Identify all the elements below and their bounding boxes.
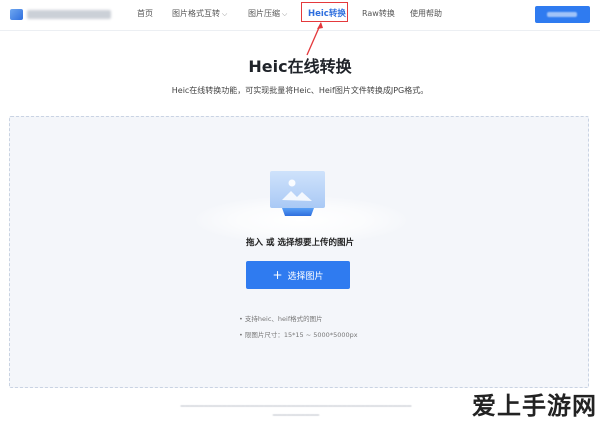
annotation-highlight-box: [301, 2, 348, 22]
tip-supported-formats: • 支持heic、heif格式的图片: [239, 315, 323, 323]
chevron-down-icon: ⌵: [282, 10, 288, 18]
watermark-text: 爱上手游网: [472, 392, 597, 420]
logo-text-blurred[interactable]: [27, 10, 111, 19]
nav-format-convert[interactable]: 图片格式互转 ⌵: [172, 8, 227, 20]
logo-icon[interactable]: [10, 9, 23, 20]
header-action-label-blurred: [547, 12, 577, 17]
nav-format-convert-label: 图片格式互转: [172, 9, 220, 18]
image-upload-icon: [270, 171, 325, 216]
page-title: Heic在线转换: [248, 57, 352, 76]
page-subtitle: Heic在线转换功能，可实现批量将Heic、Heif图片文件转换成JPG格式。: [171, 86, 429, 95]
nav-raw-convert[interactable]: Raw转换: [362, 8, 395, 20]
choose-image-button[interactable]: + 选择图片: [246, 261, 350, 289]
header-action-button[interactable]: [535, 6, 590, 23]
upload-drop-zone[interactable]: [9, 116, 589, 388]
nav-raw-convert-label: Raw转换: [362, 9, 395, 18]
nav-home[interactable]: 首页: [137, 8, 153, 20]
upload-hint: 拖入 或 选择想要上传的图片: [246, 238, 354, 248]
chevron-down-icon: ⌵: [222, 10, 228, 18]
nav-compress-label: 图片压缩: [248, 9, 280, 18]
plus-icon: +: [272, 268, 283, 282]
nav-home-label: 首页: [137, 9, 153, 18]
choose-image-label: 选择图片: [287, 271, 324, 282]
nav-help[interactable]: 使用帮助: [410, 8, 442, 20]
nav-compress[interactable]: 图片压缩 ⌵: [248, 8, 287, 20]
tip-size-limit: • 限图片尺寸：15*15 ~ 5000*5000px: [239, 331, 358, 339]
nav-help-label: 使用帮助: [410, 9, 442, 18]
top-navbar: 首页 图片格式互转 ⌵ 图片压缩 ⌵ Heic转换 Raw转换 使用帮助: [0, 0, 600, 31]
